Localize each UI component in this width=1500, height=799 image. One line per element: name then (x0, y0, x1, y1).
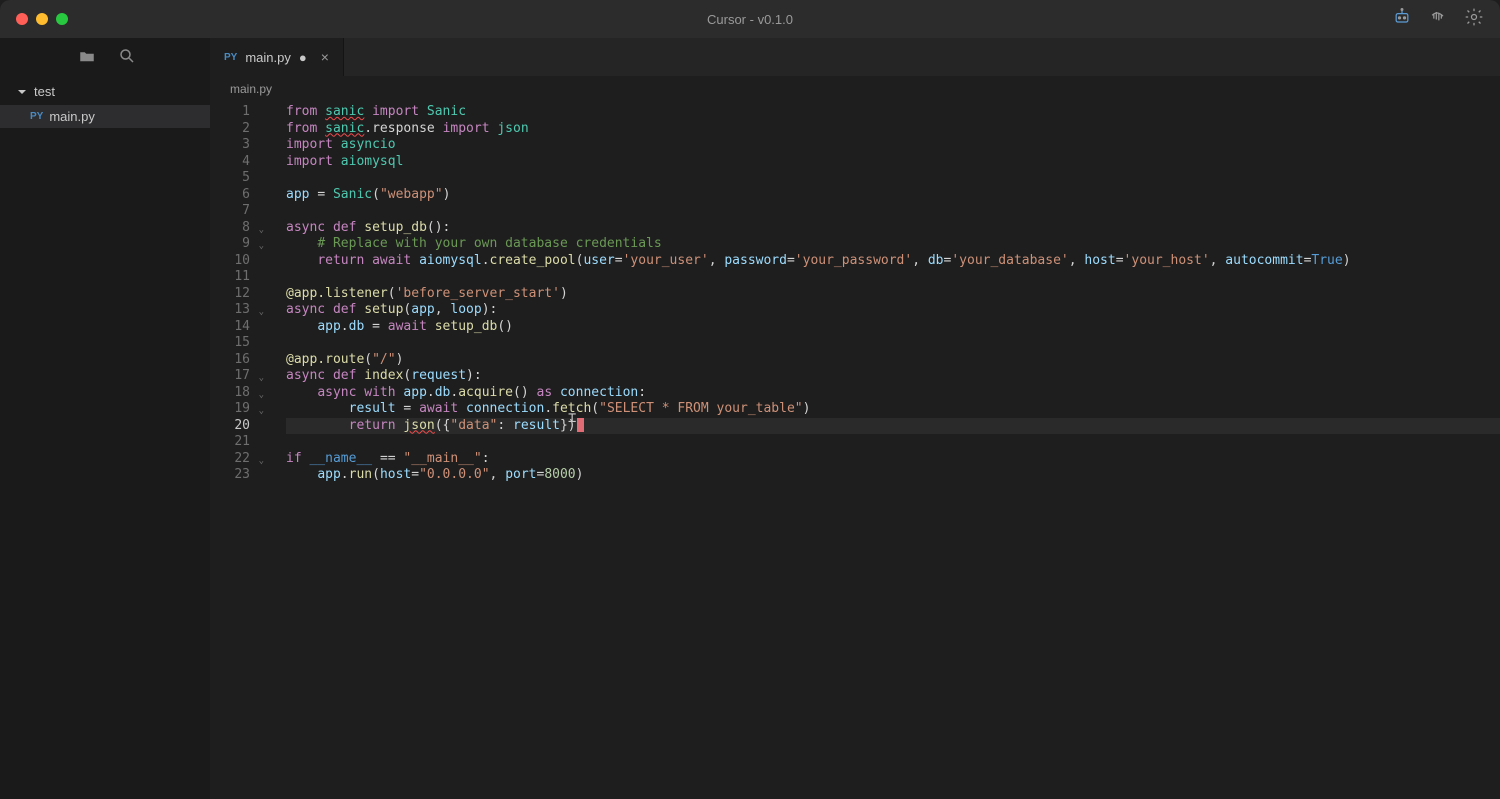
chevron-down-icon (16, 86, 28, 98)
tab-main-py[interactable]: PY main.py ● × (210, 38, 344, 76)
titlebar-actions (1392, 7, 1484, 32)
breadcrumb[interactable]: main.py (210, 76, 1500, 102)
line-gutter: 12345678⌄9⌄10111213⌄14151617⌄18⌄19⌄20212… (210, 104, 268, 799)
tab-badge: PY (224, 52, 237, 63)
minimize-window-button[interactable] (36, 13, 48, 25)
code-area[interactable]: 12345678⌄9⌄10111213⌄14151617⌄18⌄19⌄20212… (210, 102, 1500, 799)
folder-name: test (34, 84, 55, 99)
maximize-window-button[interactable] (56, 13, 68, 25)
tab-label: main.py (245, 50, 291, 65)
editor: PY main.py ● × main.py 12345678⌄9⌄101112… (210, 38, 1500, 799)
close-window-button[interactable] (16, 13, 28, 25)
wave-icon[interactable] (1428, 7, 1448, 32)
titlebar: Cursor - v0.1.0 (0, 0, 1500, 38)
tab-dirty-indicator: ● (299, 50, 307, 65)
files-icon[interactable] (78, 47, 96, 70)
body: test PY main.py PY main.py ● × main.py 1… (0, 38, 1500, 799)
robot-icon[interactable] (1392, 7, 1412, 32)
file-item-main-py[interactable]: PY main.py (0, 105, 210, 128)
window-title: Cursor - v0.1.0 (707, 12, 793, 27)
sidebar: test PY main.py (0, 38, 210, 799)
sidebar-top-icons (0, 38, 210, 78)
code-content[interactable]: ⌶ from sanic import Sanicfrom sanic.resp… (268, 104, 1500, 799)
file-name: main.py (49, 109, 95, 124)
app-window: Cursor - v0.1.0 (0, 0, 1500, 799)
window-controls (16, 13, 68, 25)
tabs-bar: PY main.py ● × (210, 38, 1500, 76)
gear-icon[interactable] (1464, 7, 1484, 32)
search-icon[interactable] (118, 47, 136, 70)
close-icon[interactable]: × (321, 49, 329, 65)
file-badge: PY (30, 111, 43, 122)
folder-header[interactable]: test (0, 78, 210, 105)
